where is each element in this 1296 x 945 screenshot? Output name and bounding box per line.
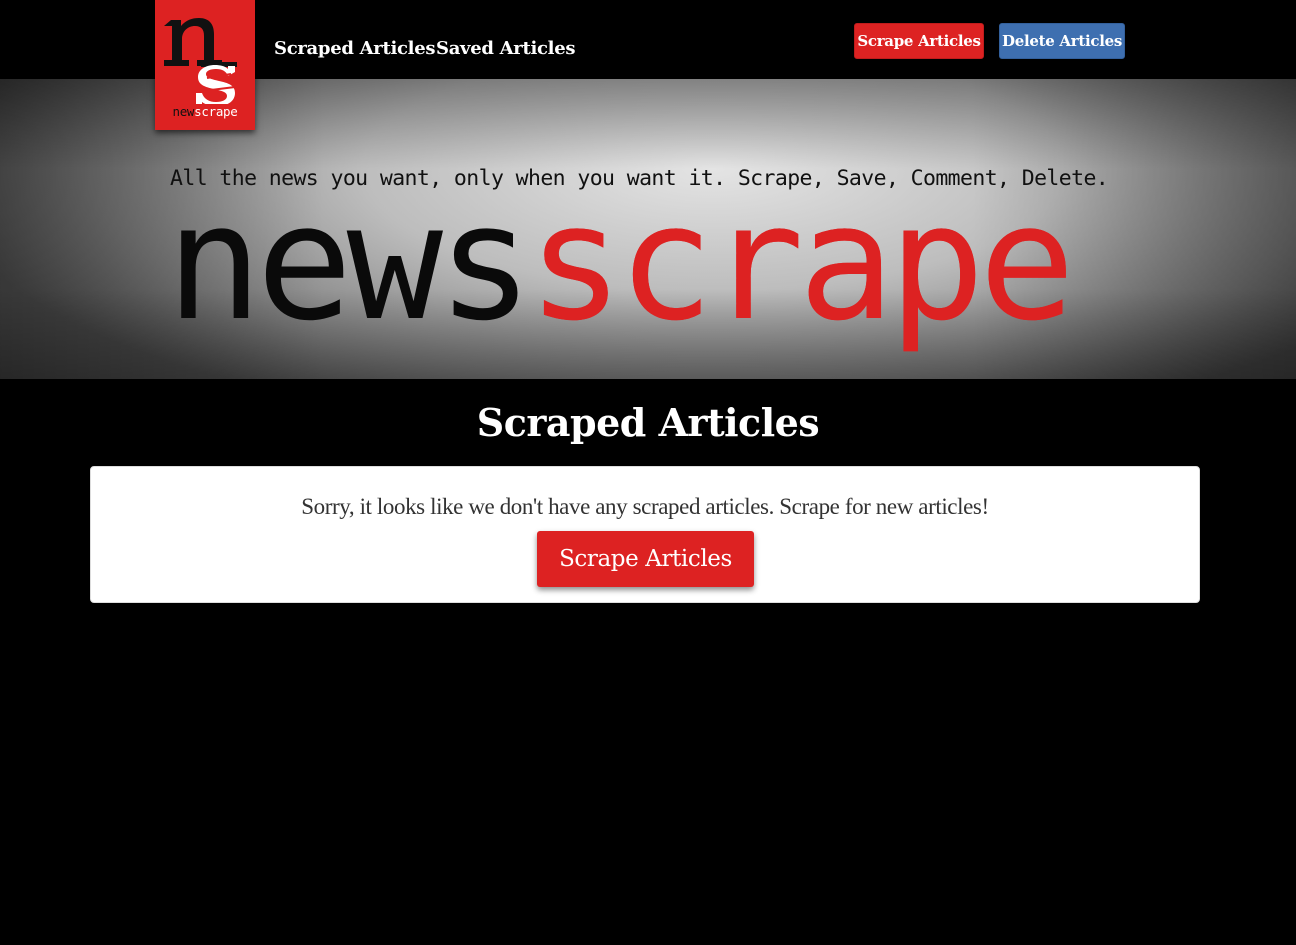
page-title: Scraped Articles [476,400,820,445]
nav-link-scraped-articles[interactable]: Scraped Articles [274,36,435,62]
banner-title: newsscrape [166,178,1075,348]
banner-title-scrape: scrape [527,169,1075,356]
nav-link-saved-articles[interactable]: Saved Articles [436,36,576,62]
logo-word-new: new [172,104,195,119]
logo[interactable]: newscrape [155,0,255,130]
logo-wordmark: newscrape [155,104,255,120]
scrape-articles-main-button[interactable]: Scrape Articles [537,531,754,587]
ns-monogram-icon [164,18,237,104]
delete-articles-button[interactable]: Delete Articles [999,23,1125,59]
empty-articles-panel: Sorry, it looks like we don't have any s… [90,466,1200,603]
banner-title-news: news [166,169,533,356]
page: Scraped Articles Saved Articles Scrape A… [0,0,1296,945]
scrape-articles-button[interactable]: Scrape Articles [854,23,984,59]
empty-state-message: Sorry, it looks like we don't have any s… [301,494,989,519]
logo-word-scrape: scrape [194,104,238,119]
